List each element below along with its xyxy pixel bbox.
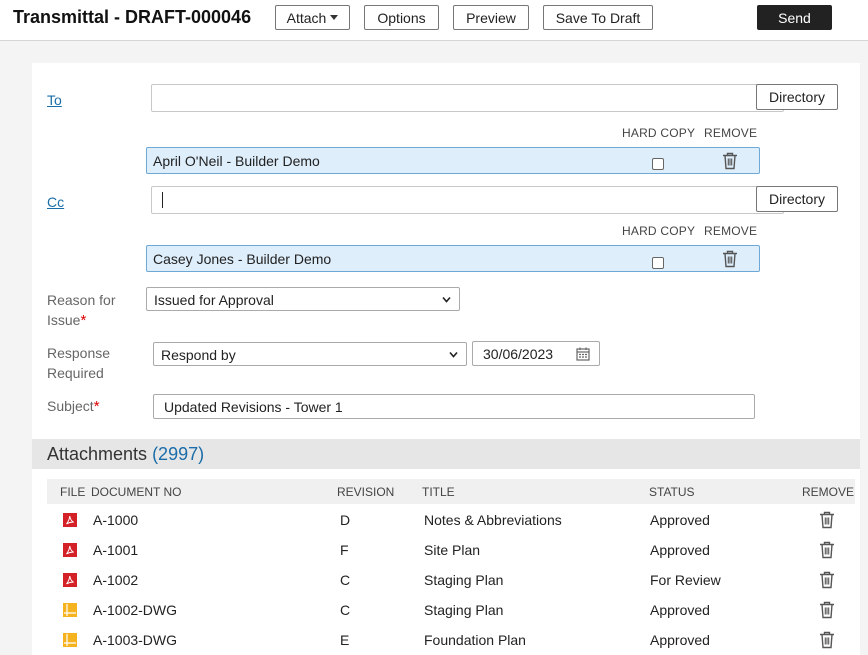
trash-icon[interactable] <box>819 541 835 559</box>
document-no[interactable]: A-1002-DWG <box>93 602 177 618</box>
response-select-value: Respond by <box>161 347 236 363</box>
trash-icon[interactable] <box>819 601 835 619</box>
options-button[interactable]: Options <box>364 5 439 30</box>
doc-title: Foundation Plan <box>424 632 526 648</box>
preview-button[interactable]: Preview <box>453 5 529 30</box>
trash-icon[interactable] <box>819 631 835 649</box>
status: Approved <box>650 632 710 648</box>
required-marker: * <box>93 398 100 415</box>
to-label-link[interactable]: To <box>47 90 62 110</box>
revision: E <box>340 632 350 648</box>
reason-label-text: Issue <box>47 312 81 328</box>
revision: C <box>340 602 351 618</box>
attach-button-label: Attach <box>286 9 327 26</box>
cc-directory-button[interactable]: Directory <box>756 186 838 212</box>
table-row[interactable]: A-1003-DWG E Foundation Plan Approved <box>47 625 855 655</box>
hard-copy-checkbox[interactable] <box>652 158 664 170</box>
subject-label-text: Subject <box>47 398 94 414</box>
pdf-icon <box>63 513 77 527</box>
attachments-header: Attachments (2997) <box>32 439 860 469</box>
status: Approved <box>650 602 710 618</box>
hard-copy-checkbox[interactable] <box>652 257 664 269</box>
col-remove: REMOVE <box>802 485 855 499</box>
to-search-input[interactable] <box>151 84 784 112</box>
to-recipient-row: April O'Neil - Builder Demo <box>146 147 760 174</box>
subject-value: Updated Revisions - Tower 1 <box>164 399 343 415</box>
subject-input[interactable]: Updated Revisions - Tower 1 <box>153 394 755 419</box>
text-cursor <box>162 192 163 208</box>
col-title: TITLE <box>422 485 455 499</box>
cc-remove-header: REMOVE <box>704 224 758 238</box>
calendar-icon[interactable] <box>576 347 590 361</box>
transmittal-form: To Directory HARD COPY REMOVE April O'Ne… <box>32 63 860 439</box>
cc-label-link[interactable]: Cc <box>47 192 64 212</box>
dwg-icon <box>63 603 77 617</box>
doc-title: Staging Plan <box>424 572 504 588</box>
revision: C <box>340 572 351 588</box>
table-row[interactable]: A-1001 F Site Plan Approved <box>47 535 855 565</box>
trash-icon[interactable] <box>722 250 738 268</box>
response-date-input[interactable]: 30/06/2023 <box>472 341 600 366</box>
status: For Review <box>650 572 721 588</box>
response-date-value: 30/06/2023 <box>483 346 554 362</box>
cc-recipient-row: Casey Jones - Builder Demo <box>146 245 760 272</box>
col-revision: REVISION <box>337 485 395 499</box>
col-file: FILE <box>60 485 86 499</box>
chevron-down-icon <box>442 296 451 303</box>
response-select[interactable]: Respond by <box>153 342 467 366</box>
response-label-line-1: Response <box>47 345 111 361</box>
revision: F <box>340 542 349 558</box>
page-title: Transmittal - DRAFT-000046 <box>13 7 252 27</box>
attachments-title-text: Attachments <box>47 444 148 464</box>
reason-select[interactable]: Issued for Approval <box>146 287 460 311</box>
attachments-table: FILE DOCUMENT NO REVISION TITLE STATUS R… <box>32 469 860 655</box>
table-header: FILE DOCUMENT NO REVISION TITLE STATUS R… <box>47 479 855 504</box>
reason-label-line-1: Reason for <box>47 292 116 308</box>
send-button[interactable]: Send <box>757 5 832 30</box>
trash-icon[interactable] <box>722 152 738 170</box>
trash-icon[interactable] <box>819 571 835 589</box>
attach-button[interactable]: Attach <box>275 5 350 30</box>
chevron-down-icon <box>449 351 458 358</box>
doc-title: Site Plan <box>424 542 481 558</box>
trash-icon[interactable] <box>819 511 835 529</box>
status: Approved <box>650 542 710 558</box>
attachments-count: (2997) <box>152 444 205 464</box>
col-status: STATUS <box>649 485 695 499</box>
table-row[interactable]: A-1000 D Notes & Abbreviations Approved <box>47 505 855 535</box>
document-no[interactable]: A-1000 <box>93 512 138 528</box>
pdf-icon <box>63 573 77 587</box>
table-row[interactable]: A-1002 C Staging Plan For Review <box>47 565 855 595</box>
revision: D <box>340 512 351 528</box>
col-document-no: DOCUMENT NO <box>91 485 182 499</box>
subject-label: Subject* <box>47 396 100 417</box>
table-row[interactable]: A-1002-DWG C Staging Plan Approved <box>47 595 855 625</box>
document-no[interactable]: A-1001 <box>93 542 138 558</box>
attachments-title: Attachments (2997) <box>47 444 204 465</box>
doc-title: Notes & Abbreviations <box>424 512 562 528</box>
response-label: Response Required <box>47 343 110 383</box>
cc-hard-copy-header: HARD COPY <box>622 224 696 238</box>
to-remove-header: REMOVE <box>704 126 758 140</box>
cc-search-input[interactable] <box>151 186 784 214</box>
response-label-line-2: Required <box>47 365 104 381</box>
required-marker: * <box>80 312 87 329</box>
to-directory-button[interactable]: Directory <box>756 84 838 110</box>
save-to-draft-button[interactable]: Save To Draft <box>543 5 653 30</box>
status: Approved <box>650 512 710 528</box>
top-toolbar: Transmittal - DRAFT-000046 Attach Option… <box>0 0 868 41</box>
pdf-icon <box>63 543 77 557</box>
recipient-name: April O'Neil - Builder Demo <box>153 153 320 169</box>
reason-select-value: Issued for Approval <box>154 292 274 308</box>
caret-down-icon <box>330 15 339 20</box>
document-no[interactable]: A-1003-DWG <box>93 632 177 648</box>
recipient-name: Casey Jones - Builder Demo <box>153 251 332 267</box>
reason-label: Reason for Issue* <box>47 290 115 331</box>
document-no[interactable]: A-1002 <box>93 572 138 588</box>
to-hard-copy-header: HARD COPY <box>622 126 696 140</box>
doc-title: Staging Plan <box>424 602 504 618</box>
dwg-icon <box>63 633 77 647</box>
reason-label-line-2: Issue* <box>47 310 115 331</box>
